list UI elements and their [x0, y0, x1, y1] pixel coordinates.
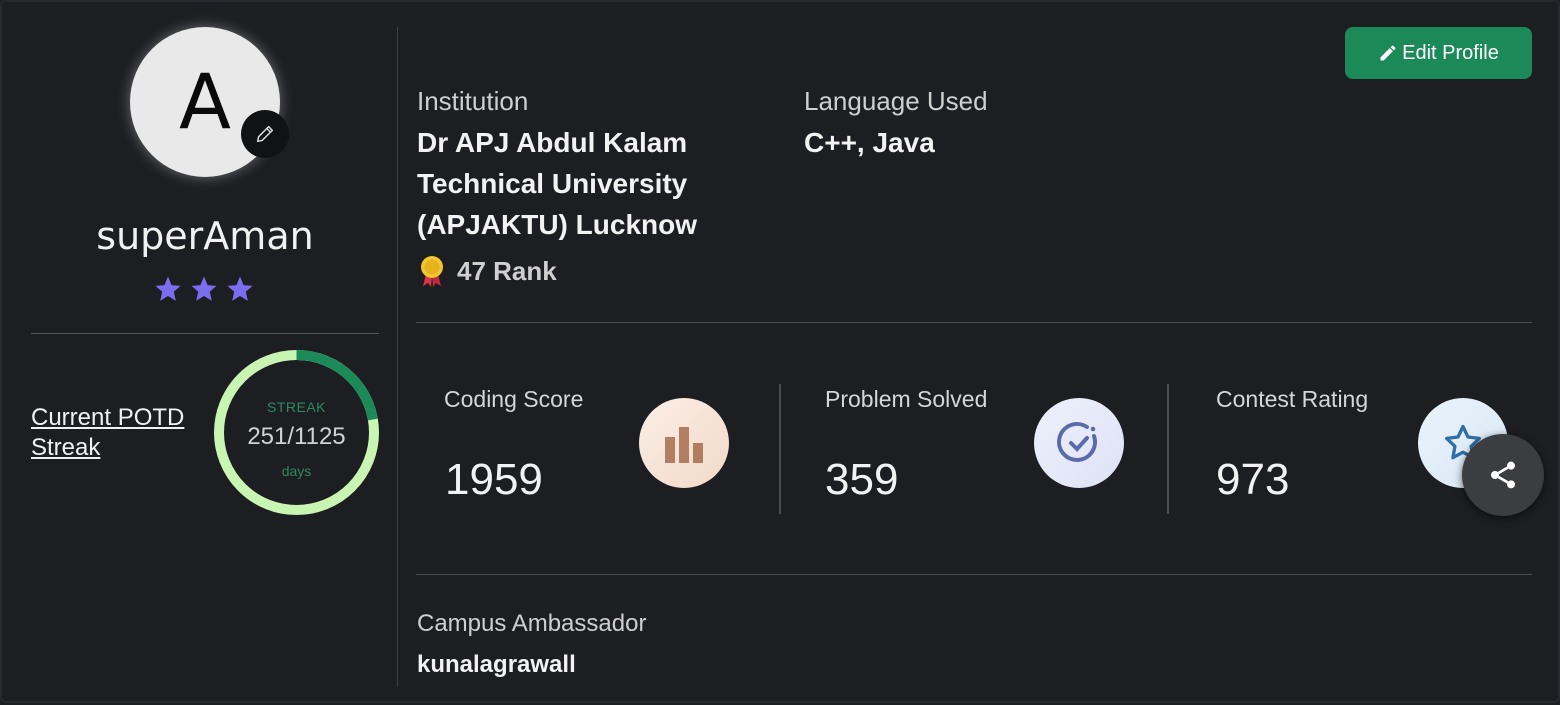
profile-sidebar: A superAman Current POTD Streak STREAK 2…	[2, 2, 398, 705]
divider	[31, 333, 379, 334]
divider	[416, 322, 1532, 323]
campus-ambassador-label: Campus Ambassador	[417, 610, 647, 637]
institution-value: Dr APJ Abdul Kalam Technical University …	[417, 127, 697, 240]
coding-score-value: 1959	[445, 455, 543, 504]
bar-chart-icon	[665, 427, 703, 463]
edit-profile-label: Edit Profile	[1402, 41, 1499, 64]
rank-value: 47 Rank	[457, 255, 557, 286]
divider	[416, 574, 1532, 575]
problems-solved-badge	[1034, 398, 1124, 488]
star-icon	[155, 276, 181, 301]
share-button[interactable]	[1462, 434, 1544, 516]
language-label: Language Used	[804, 86, 988, 116]
coding-score-label: Coding Score	[444, 386, 584, 412]
institution-label: Institution	[417, 86, 529, 116]
problems-solved-label: Problem Solved	[825, 386, 988, 412]
problems-solved-value: 359	[825, 455, 899, 504]
pencil-icon	[256, 125, 274, 143]
rating-stars	[152, 274, 256, 304]
vertical-divider	[397, 27, 398, 687]
star-icon	[227, 276, 253, 301]
pencil-icon	[1380, 45, 1396, 61]
profile-card: A superAman Current POTD Streak STREAK 2…	[0, 0, 1560, 703]
share-icon	[1491, 461, 1515, 489]
check-circle-icon	[1057, 421, 1097, 462]
stat-separator	[779, 384, 781, 514]
streak-unit: days	[281, 463, 312, 479]
contest-rating-label: Contest Rating	[1216, 386, 1369, 412]
medal-icon	[421, 256, 443, 287]
avatar-letter: A	[179, 56, 231, 146]
star-icon	[191, 276, 217, 301]
contest-rating-value: 973	[1216, 455, 1290, 504]
coding-score-badge	[639, 398, 729, 488]
edit-profile-button[interactable]: Edit Profile	[1345, 27, 1532, 79]
streak-label: STREAK	[266, 399, 326, 415]
streak-ring-text: STREAK 251/1125 days	[213, 349, 380, 516]
potd-streak-link[interactable]: Current POTD Streak	[31, 403, 201, 463]
username: superAman	[96, 214, 314, 258]
campus-ambassador-value: kunalagrawall	[417, 651, 576, 678]
language-value: C++, Java	[804, 127, 935, 158]
streak-value: 251/1125	[247, 423, 346, 450]
stat-separator	[1167, 384, 1169, 514]
edit-avatar-button[interactable]	[241, 110, 289, 158]
rank: 47 Rank	[417, 254, 557, 288]
